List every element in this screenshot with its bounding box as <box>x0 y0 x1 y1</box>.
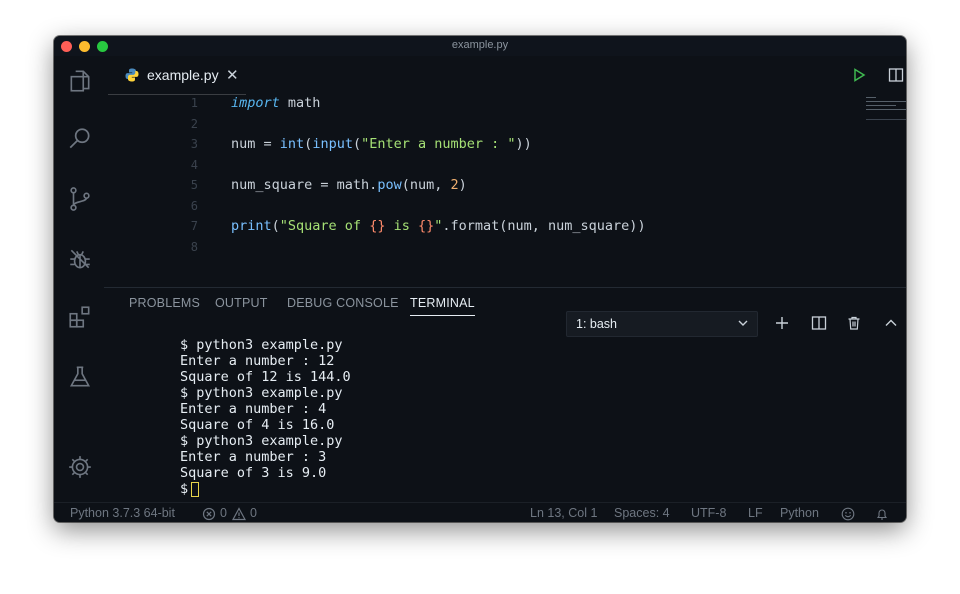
code-line[interactable]: 8 <box>104 238 864 258</box>
line-number: 5 <box>190 178 198 192</box>
terminal-line: $ python3 example.py <box>180 385 343 401</box>
code-text: num = int(input("Enter a number : ")) <box>231 136 532 152</box>
indentation[interactable]: Spaces: 4 <box>614 506 670 520</box>
code-token: )) <box>515 136 532 152</box>
code-token: num_square = math. <box>231 177 378 193</box>
code-text: print("Square of {} is {}".format(num, n… <box>231 218 646 234</box>
terminal-selector[interactable]: 1: bash <box>566 311 758 337</box>
source-control-icon[interactable] <box>67 186 93 212</box>
code-token: {} <box>369 218 386 234</box>
code-token: ) <box>458 177 467 193</box>
line-number: 1 <box>190 96 198 110</box>
line-number: 3 <box>190 137 198 151</box>
code-token: 2 <box>450 177 459 193</box>
code-line[interactable]: 5 num_square = math.pow(num, 2) <box>104 176 864 196</box>
code-token: {} <box>417 218 435 234</box>
code-token: num = <box>231 136 280 152</box>
chevron-down-icon <box>738 320 748 326</box>
vscode-window: example.py example.py ✕ 1 import math 2 … <box>54 36 906 522</box>
code-token: "Enter a number : " <box>361 136 516 152</box>
warning-count[interactable]: 0 <box>250 506 257 520</box>
terminal-line: Enter a number : 3 <box>180 449 327 465</box>
split-editor-icon[interactable] <box>885 64 906 86</box>
add-terminal-icon[interactable] <box>773 314 791 332</box>
minimap[interactable] <box>864 94 906 154</box>
terminal-selector-value: 1: bash <box>576 317 618 331</box>
maximize-panel-icon[interactable] <box>882 314 900 332</box>
code-token: is <box>385 218 418 234</box>
files-icon[interactable] <box>67 68 93 94</box>
line-number: 2 <box>190 116 198 131</box>
terminal-line: $ python3 example.py <box>180 337 343 353</box>
editor-area: example.py ✕ 1 import math 2 3 num = int(inp… <box>104 56 906 287</box>
title-bar: example.py <box>54 36 906 56</box>
flask-icon[interactable] <box>67 364 93 390</box>
settings-gear-icon[interactable] <box>67 454 93 480</box>
code-token: (num, <box>401 177 451 193</box>
terminal-cursor <box>191 481 200 497</box>
close-tab-icon[interactable]: ✕ <box>226 66 239 84</box>
terminal-line: Enter a number : 4 <box>180 401 327 417</box>
terminal-prompt-line[interactable]: $ <box>180 481 351 497</box>
tab-label: example.py <box>147 67 219 83</box>
error-icon[interactable] <box>202 507 216 521</box>
code-line[interactable]: 6 <box>104 197 864 217</box>
line-number: 4 <box>190 157 198 172</box>
language-mode[interactable]: Python <box>780 506 819 520</box>
python-file-icon <box>125 68 139 82</box>
code-token: ( <box>271 218 280 234</box>
debug-icon[interactable] <box>67 246 93 272</box>
line-number: 7 <box>190 219 198 233</box>
extensions-icon[interactable] <box>67 304 93 330</box>
tab-problems[interactable]: PROBLEMS <box>129 296 200 310</box>
terminal-panel: PROBLEMS OUTPUT DEBUG CONSOLE TERMINAL 1… <box>104 287 906 503</box>
terminal-line: Square of 12 is 144.0 <box>180 369 351 385</box>
python-interpreter[interactable]: Python 3.7.3 64-bit <box>70 506 175 520</box>
activity-bar <box>54 56 104 502</box>
code-line[interactable]: 3 num = int(input("Enter a number : ")) <box>104 135 864 155</box>
error-count[interactable]: 0 <box>220 506 227 520</box>
code-token: input <box>312 136 353 152</box>
line-number: 8 <box>190 239 198 254</box>
code-text: num_square = math.pow(num, 2) <box>231 177 467 193</box>
terminal-output[interactable]: $ python3 example.py Enter a number : 12 S… <box>180 337 351 497</box>
code-token: math <box>279 95 321 111</box>
terminal-line: Enter a number : 12 <box>180 353 335 369</box>
code-token: .format(num, num_square)) <box>442 218 646 234</box>
terminal-line: $ python3 example.py <box>180 433 343 449</box>
code-editor[interactable]: 1 import math 2 3 num = int(input("Enter a n… <box>104 94 864 287</box>
tab-output[interactable]: OUTPUT <box>215 296 268 310</box>
line-number: 6 <box>190 198 198 213</box>
feedback-smiley-icon[interactable] <box>841 507 855 521</box>
code-line[interactable]: 4 <box>104 156 864 176</box>
split-terminal-icon[interactable] <box>810 314 828 332</box>
code-token: pow <box>377 177 402 193</box>
run-icon[interactable] <box>848 64 870 86</box>
code-token: int <box>279 136 305 152</box>
code-line[interactable]: 2 <box>104 115 864 135</box>
tab-terminal[interactable]: TERMINAL <box>410 296 475 316</box>
code-line[interactable]: 7 print("Square of {} is {}".format(num, … <box>104 217 864 237</box>
terminal-prompt: $ <box>180 481 189 497</box>
code-token: import <box>231 95 280 111</box>
trash-icon[interactable] <box>845 314 863 332</box>
code-token: "Square of <box>279 218 370 234</box>
cursor-position[interactable]: Ln 13, Col 1 <box>530 506 597 520</box>
terminal-line: Square of 3 is 9.0 <box>180 465 327 481</box>
end-of-line[interactable]: LF <box>748 506 763 520</box>
encoding[interactable]: UTF-8 <box>691 506 726 520</box>
editor-tab-example-py[interactable]: example.py ✕ <box>108 56 246 95</box>
code-text: import math <box>231 95 320 111</box>
warning-icon[interactable] <box>232 507 246 521</box>
code-line[interactable]: 1 import math <box>104 94 864 114</box>
status-bar: Python 3.7.3 64-bit 0 0 Ln 13, Col 1 Spa… <box>54 502 906 522</box>
tab-debug-console[interactable]: DEBUG CONSOLE <box>287 296 399 310</box>
search-icon[interactable] <box>67 126 93 152</box>
code-token: print <box>231 218 272 234</box>
window-title: example.py <box>451 39 509 51</box>
terminal-line: Square of 4 is 16.0 <box>180 417 335 433</box>
code-token: ( <box>352 136 362 152</box>
notifications-bell-icon[interactable] <box>875 507 889 521</box>
